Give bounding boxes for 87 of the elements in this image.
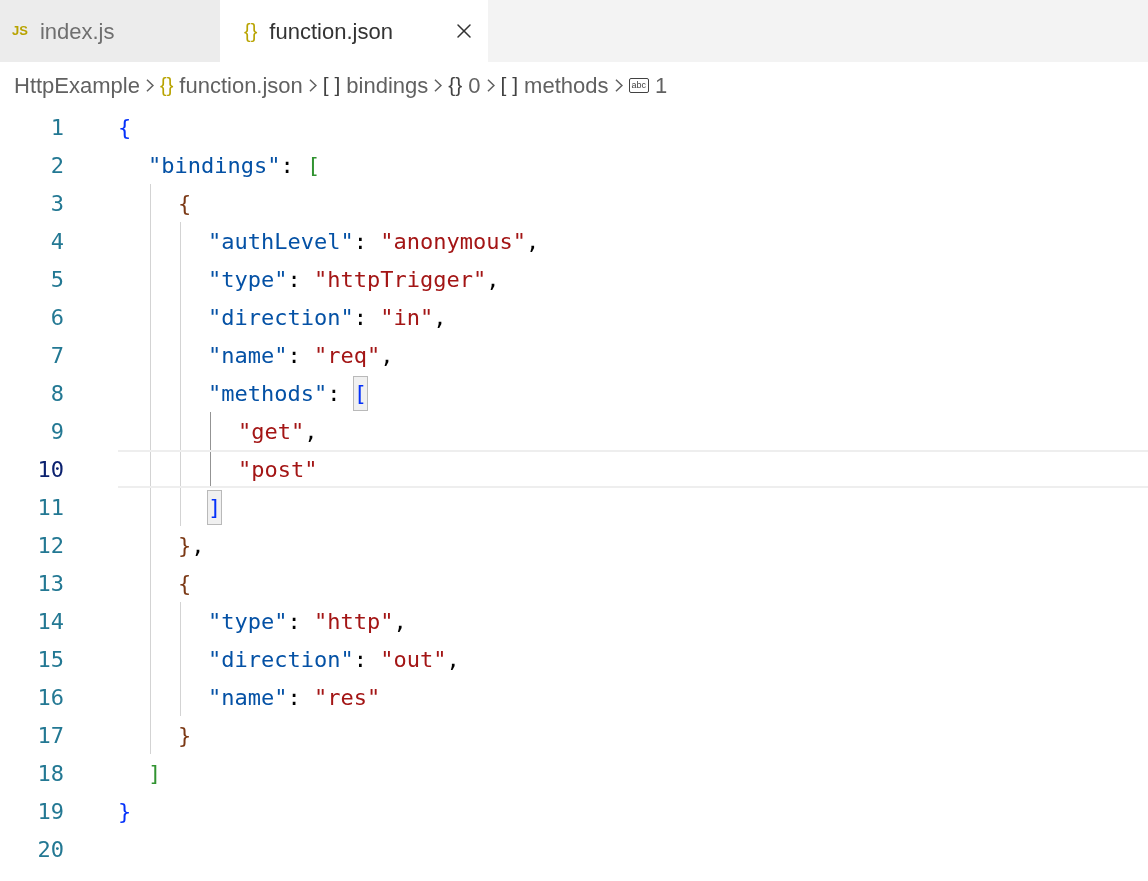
string-value: "anonymous" [380, 227, 526, 256]
punctuation: : [287, 341, 302, 370]
punctuation: , [304, 417, 318, 446]
chevron-icon [614, 78, 623, 92]
line-number: 10 [36, 455, 64, 484]
object-icon: {} [448, 69, 463, 101]
string-value: "in" [380, 303, 434, 332]
punctuation: , [525, 227, 540, 256]
breadcrumb-item[interactable]: HttpExample [14, 68, 140, 102]
punctuation: : [280, 151, 295, 180]
line-number: 6 [49, 303, 64, 332]
json-key: "type" [208, 604, 288, 638]
line-number: 18 [36, 759, 64, 788]
json-key: "methods" [208, 376, 328, 410]
string-value: "req" [314, 341, 381, 370]
string-value: "out" [380, 645, 447, 674]
punctuation: : [353, 227, 368, 256]
editor-tab[interactable]: {} function.json [220, 0, 488, 62]
json-file-icon: {} [159, 70, 174, 100]
punctuation: , [486, 265, 500, 294]
punctuation: , [380, 341, 394, 370]
punctuation: : [287, 683, 302, 712]
chevron-icon [434, 78, 443, 92]
json-key: "name" [208, 680, 288, 714]
line-number: 20 [36, 835, 64, 864]
bracket: { [178, 189, 192, 218]
string-value: "http" [314, 607, 394, 636]
string-icon: abc [628, 77, 649, 93]
punctuation: , [446, 645, 460, 674]
json-key: "type" [208, 262, 288, 296]
line-number: 5 [49, 265, 64, 294]
breadcrumb-item[interactable]: function.json [179, 68, 303, 102]
line-number: 7 [49, 341, 64, 370]
chevron-icon [145, 78, 154, 92]
bracket: } [118, 797, 132, 826]
line-number: 11 [36, 493, 64, 522]
line-number: 14 [36, 607, 64, 636]
line-number: 16 [36, 683, 64, 712]
bracket: [ [306, 151, 321, 180]
breadcrumb-item[interactable]: 1 [655, 68, 668, 102]
string-value: "res" [314, 683, 381, 712]
punctuation: , [393, 607, 407, 636]
line-number: 4 [49, 227, 64, 256]
line-number: 19 [36, 797, 64, 826]
line-number: 12 [36, 531, 64, 560]
json-key: "direction" [208, 300, 354, 334]
tab-label: index.js [39, 17, 115, 46]
chevron-icon [486, 78, 495, 92]
string-value: "httpTrigger" [314, 265, 487, 294]
line-number: 9 [49, 417, 64, 446]
string-value: "get" [238, 417, 305, 446]
string-value: "post" [238, 455, 318, 484]
breadcrumb-item[interactable]: methods [524, 68, 609, 102]
line-number: 3 [49, 189, 64, 218]
array-icon: [ ] [322, 69, 341, 101]
bracket: } [178, 531, 192, 560]
bracket: { [178, 569, 192, 598]
js-file-icon: JS [12, 21, 28, 41]
line-number: 15 [36, 645, 64, 674]
json-key: "authLevel" [208, 224, 354, 258]
punctuation: : [353, 645, 368, 674]
editor-tab[interactable]: JS index.js [0, 0, 220, 62]
array-icon: [ ] [500, 69, 519, 101]
line-number: 13 [36, 569, 64, 598]
bracket: { [118, 113, 132, 142]
json-file-icon: {} [244, 16, 258, 46]
bracket: } [178, 721, 192, 750]
json-key: "bindings" [148, 148, 281, 182]
punctuation: : [327, 379, 342, 408]
line-number: 1 [49, 113, 64, 142]
json-key: "name" [208, 338, 288, 372]
punctuation: : [287, 265, 302, 294]
punctuation: , [191, 531, 205, 560]
bracket: ] [148, 759, 162, 788]
breadcrumb-item[interactable]: bindings [346, 68, 429, 102]
tab-label: function.json [269, 17, 393, 46]
bracket: [ [353, 376, 367, 410]
punctuation: , [433, 303, 447, 332]
punctuation: : [353, 303, 368, 332]
line-number: 2 [49, 151, 64, 180]
punctuation: : [287, 607, 302, 636]
bracket: ] [208, 490, 222, 524]
chevron-icon [308, 78, 317, 92]
json-key: "direction" [208, 642, 354, 676]
breadcrumb-item[interactable]: 0 [468, 68, 481, 102]
line-number: 8 [49, 379, 64, 408]
line-number: 17 [36, 721, 64, 750]
